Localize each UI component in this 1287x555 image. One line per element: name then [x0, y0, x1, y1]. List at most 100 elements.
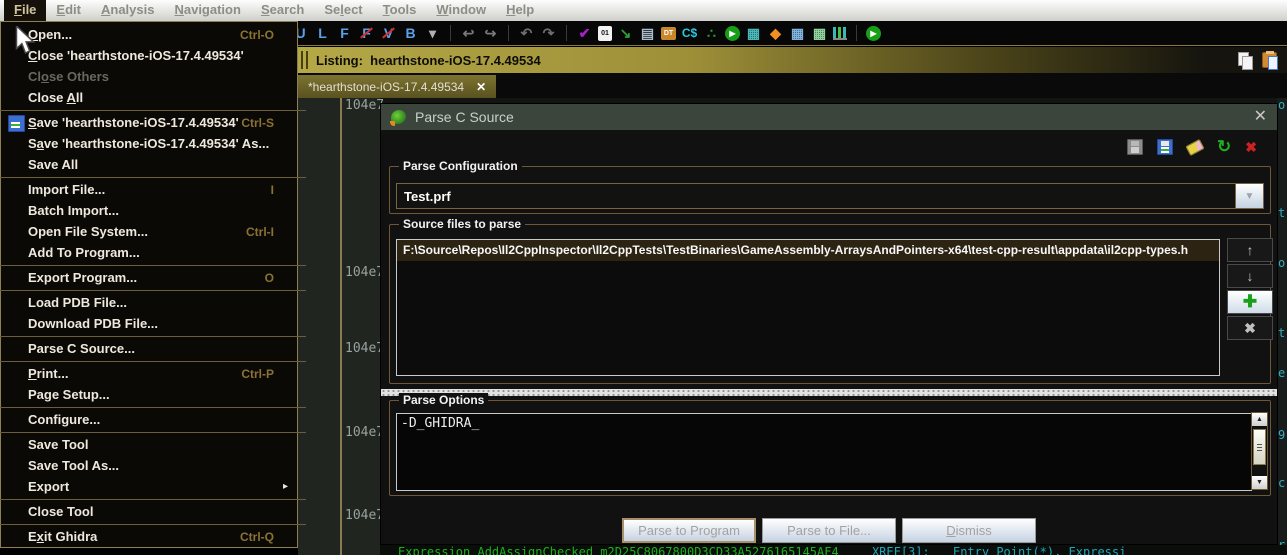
remove-file-button[interactable]: ✖	[1227, 316, 1273, 340]
save-profile-icon[interactable]	[1127, 139, 1143, 155]
toolbar-separator[interactable]	[856, 25, 857, 41]
refresh-icon[interactable]: ↻	[1217, 139, 1231, 155]
dialog-close-icon[interactable]: ✕	[1254, 109, 1267, 125]
listing-panel-header[interactable]: Listing: hearthstone-iOS-17.4.49534	[298, 47, 1287, 73]
toolbar-separator[interactable]	[450, 25, 451, 41]
file-menu-item[interactable]: Export Program... O	[1, 267, 297, 288]
letter-f-crossed-icon[interactable]: F	[358, 24, 375, 42]
file-menu-item[interactable]: Close 'hearthstone-iOS-17.4.49534'	[1, 45, 297, 66]
menu-item-icon	[6, 245, 27, 260]
dialog-button[interactable]: Parse to Program	[622, 518, 756, 543]
options-scrollbar[interactable]: ▲ ▼	[1251, 412, 1268, 490]
listing-address: 104e7	[345, 425, 384, 440]
move-down-button[interactable]: ↓	[1227, 264, 1273, 288]
table-export-icon[interactable]: ▦	[811, 24, 828, 42]
file-menu-item[interactable]: Parse C Source...	[1, 338, 297, 359]
menubar-item[interactable]: Analysis	[91, 0, 164, 21]
memory-icon[interactable]: ▦	[745, 24, 762, 42]
file-menu-item[interactable]: Download PDB File...	[1, 313, 297, 334]
file-menu-item[interactable]: Configure...	[1, 409, 297, 430]
scroll-down-icon[interactable]: ▼	[1252, 476, 1267, 489]
file-menu-item[interactable]: Export	[1, 476, 297, 497]
panel-grip-icon[interactable]	[301, 51, 308, 69]
file-menu-item[interactable]: Close Tool	[1, 501, 297, 522]
menubar-item[interactable]: Search	[251, 0, 314, 21]
file-menu-item[interactable]: Open... Ctrl-O	[1, 24, 297, 45]
c-spec-icon[interactable]: C$	[681, 24, 698, 42]
scroll-up-icon[interactable]: ▲	[1252, 413, 1267, 426]
snapshot-forward-icon[interactable]: ↪	[482, 24, 499, 42]
chart-icon[interactable]	[833, 27, 847, 40]
menubar-item[interactable]: Edit	[46, 0, 91, 21]
file-menu-item[interactable]: Load PDB File...	[1, 292, 297, 313]
dialog-button[interactable]: Dismiss	[902, 518, 1036, 543]
letter-f-icon[interactable]: F	[336, 24, 353, 42]
combobox-dropdown-icon[interactable]	[1235, 184, 1263, 208]
validate-icon[interactable]: ✔	[576, 24, 593, 42]
menubar-item[interactable]: Navigation	[164, 0, 250, 21]
file-menu-item[interactable]: Add To Program...	[1, 242, 297, 263]
file-menu-item[interactable]: Open File System... Ctrl-I	[1, 221, 297, 242]
add-file-button[interactable]: ✚	[1227, 290, 1273, 314]
file-menu-item[interactable]: Save 'hearthstone-iOS-17.4.49534' Ctrl-S	[1, 112, 297, 133]
source-file-row[interactable]: F:\Source\Repos\Il2CppInspector\Il2CppTe…	[397, 240, 1219, 261]
redo-icon[interactable]: ↷	[540, 24, 557, 42]
tab-close-icon[interactable]: ✕	[476, 80, 486, 94]
copy-icon[interactable]	[1238, 52, 1252, 68]
menu-item-icon	[6, 458, 27, 473]
save-profile-as-icon[interactable]	[1157, 139, 1173, 155]
file-menu-item[interactable]: Close All	[1, 87, 297, 108]
toolbar-separator[interactable]	[566, 25, 567, 41]
data-types-icon[interactable]: ▤	[639, 24, 656, 42]
delete-profile-icon[interactable]: ✖	[1245, 139, 1257, 156]
menubar-item[interactable]: Help	[496, 0, 544, 21]
menu-item-label: Export Program...	[28, 270, 137, 285]
menubar-item[interactable]: Select	[314, 0, 372, 21]
clear-flow-icon[interactable]: ↘	[617, 24, 634, 42]
file-menu-item[interactable]: Exit Ghidra Ctrl-Q	[1, 526, 297, 547]
letter-b-icon[interactable]: B	[402, 24, 419, 42]
file-menu-item[interactable]: Print... Ctrl-P	[1, 363, 297, 384]
source-file-list[interactable]: F:\Source\Repos\Il2CppInspector\Il2CppTe…	[396, 239, 1220, 376]
play-icon[interactable]: ▶	[725, 26, 740, 41]
file-menu-item[interactable]: Page Setup...	[1, 384, 297, 405]
move-up-button[interactable]: ↑	[1227, 238, 1273, 262]
dialog-titlebar[interactable]: Parse C Source ✕	[381, 104, 1277, 130]
scrollbar-thumb[interactable]	[1253, 429, 1266, 465]
dropdown-caret-icon[interactable]: ▾	[424, 24, 441, 42]
menubar-item[interactable]: Tools	[373, 0, 427, 21]
snapshot-back-icon[interactable]: ↩	[460, 24, 477, 42]
file-menu-item[interactable]: Save 'hearthstone-iOS-17.4.49534' As...	[1, 133, 297, 154]
parse-options-textarea[interactable]: -D_GHIDRA_	[396, 413, 1252, 491]
splitter-handle[interactable]	[381, 389, 1277, 396]
profile-combobox[interactable]: Test.prf	[396, 183, 1264, 209]
menubar-item[interactable]: File	[4, 0, 46, 21]
letter-v-crossed-icon[interactable]: V	[380, 24, 397, 42]
undo-icon[interactable]: ↶	[518, 24, 535, 42]
table-icon[interactable]: ▦	[789, 24, 806, 42]
clear-profile-icon[interactable]	[1185, 138, 1204, 155]
menu-item-label: Import File...	[28, 182, 105, 197]
dialog-button[interactable]: Parse to File...	[762, 518, 896, 543]
letter-l-icon[interactable]: L	[314, 24, 331, 42]
file-menu-item[interactable]: Close Others	[1, 66, 297, 87]
paste-icon[interactable]	[1262, 52, 1277, 68]
menu-item-label: Close Others	[28, 69, 109, 84]
run-icon[interactable]: ▶	[866, 26, 881, 41]
diamond-icon[interactable]: ◆	[767, 24, 784, 42]
file-menu-item[interactable]: Batch Import...	[1, 200, 297, 221]
menu-item-icon	[6, 341, 27, 356]
file-menu-item[interactable]: Save Tool	[1, 434, 297, 455]
menu-item-icon	[6, 90, 27, 105]
listing-edge-char: r	[1278, 538, 1285, 545]
memory-map-icon[interactable]: 01	[598, 26, 612, 41]
file-menu-item[interactable]: Save Tool As...	[1, 455, 297, 476]
file-menu-item[interactable]: Import File... I	[1, 179, 297, 200]
program-tab[interactable]: *hearthstone-iOS-17.4.49534 ✕	[298, 75, 496, 98]
menubar-item[interactable]: Window	[426, 0, 496, 21]
open-archive-icon[interactable]: DT	[661, 27, 676, 40]
xref-label: XREF[3]:	[872, 545, 930, 555]
toolbar-separator[interactable]	[508, 25, 509, 41]
file-menu-item[interactable]: Save All	[1, 154, 297, 175]
function-graph-icon[interactable]: ∴	[703, 24, 720, 42]
